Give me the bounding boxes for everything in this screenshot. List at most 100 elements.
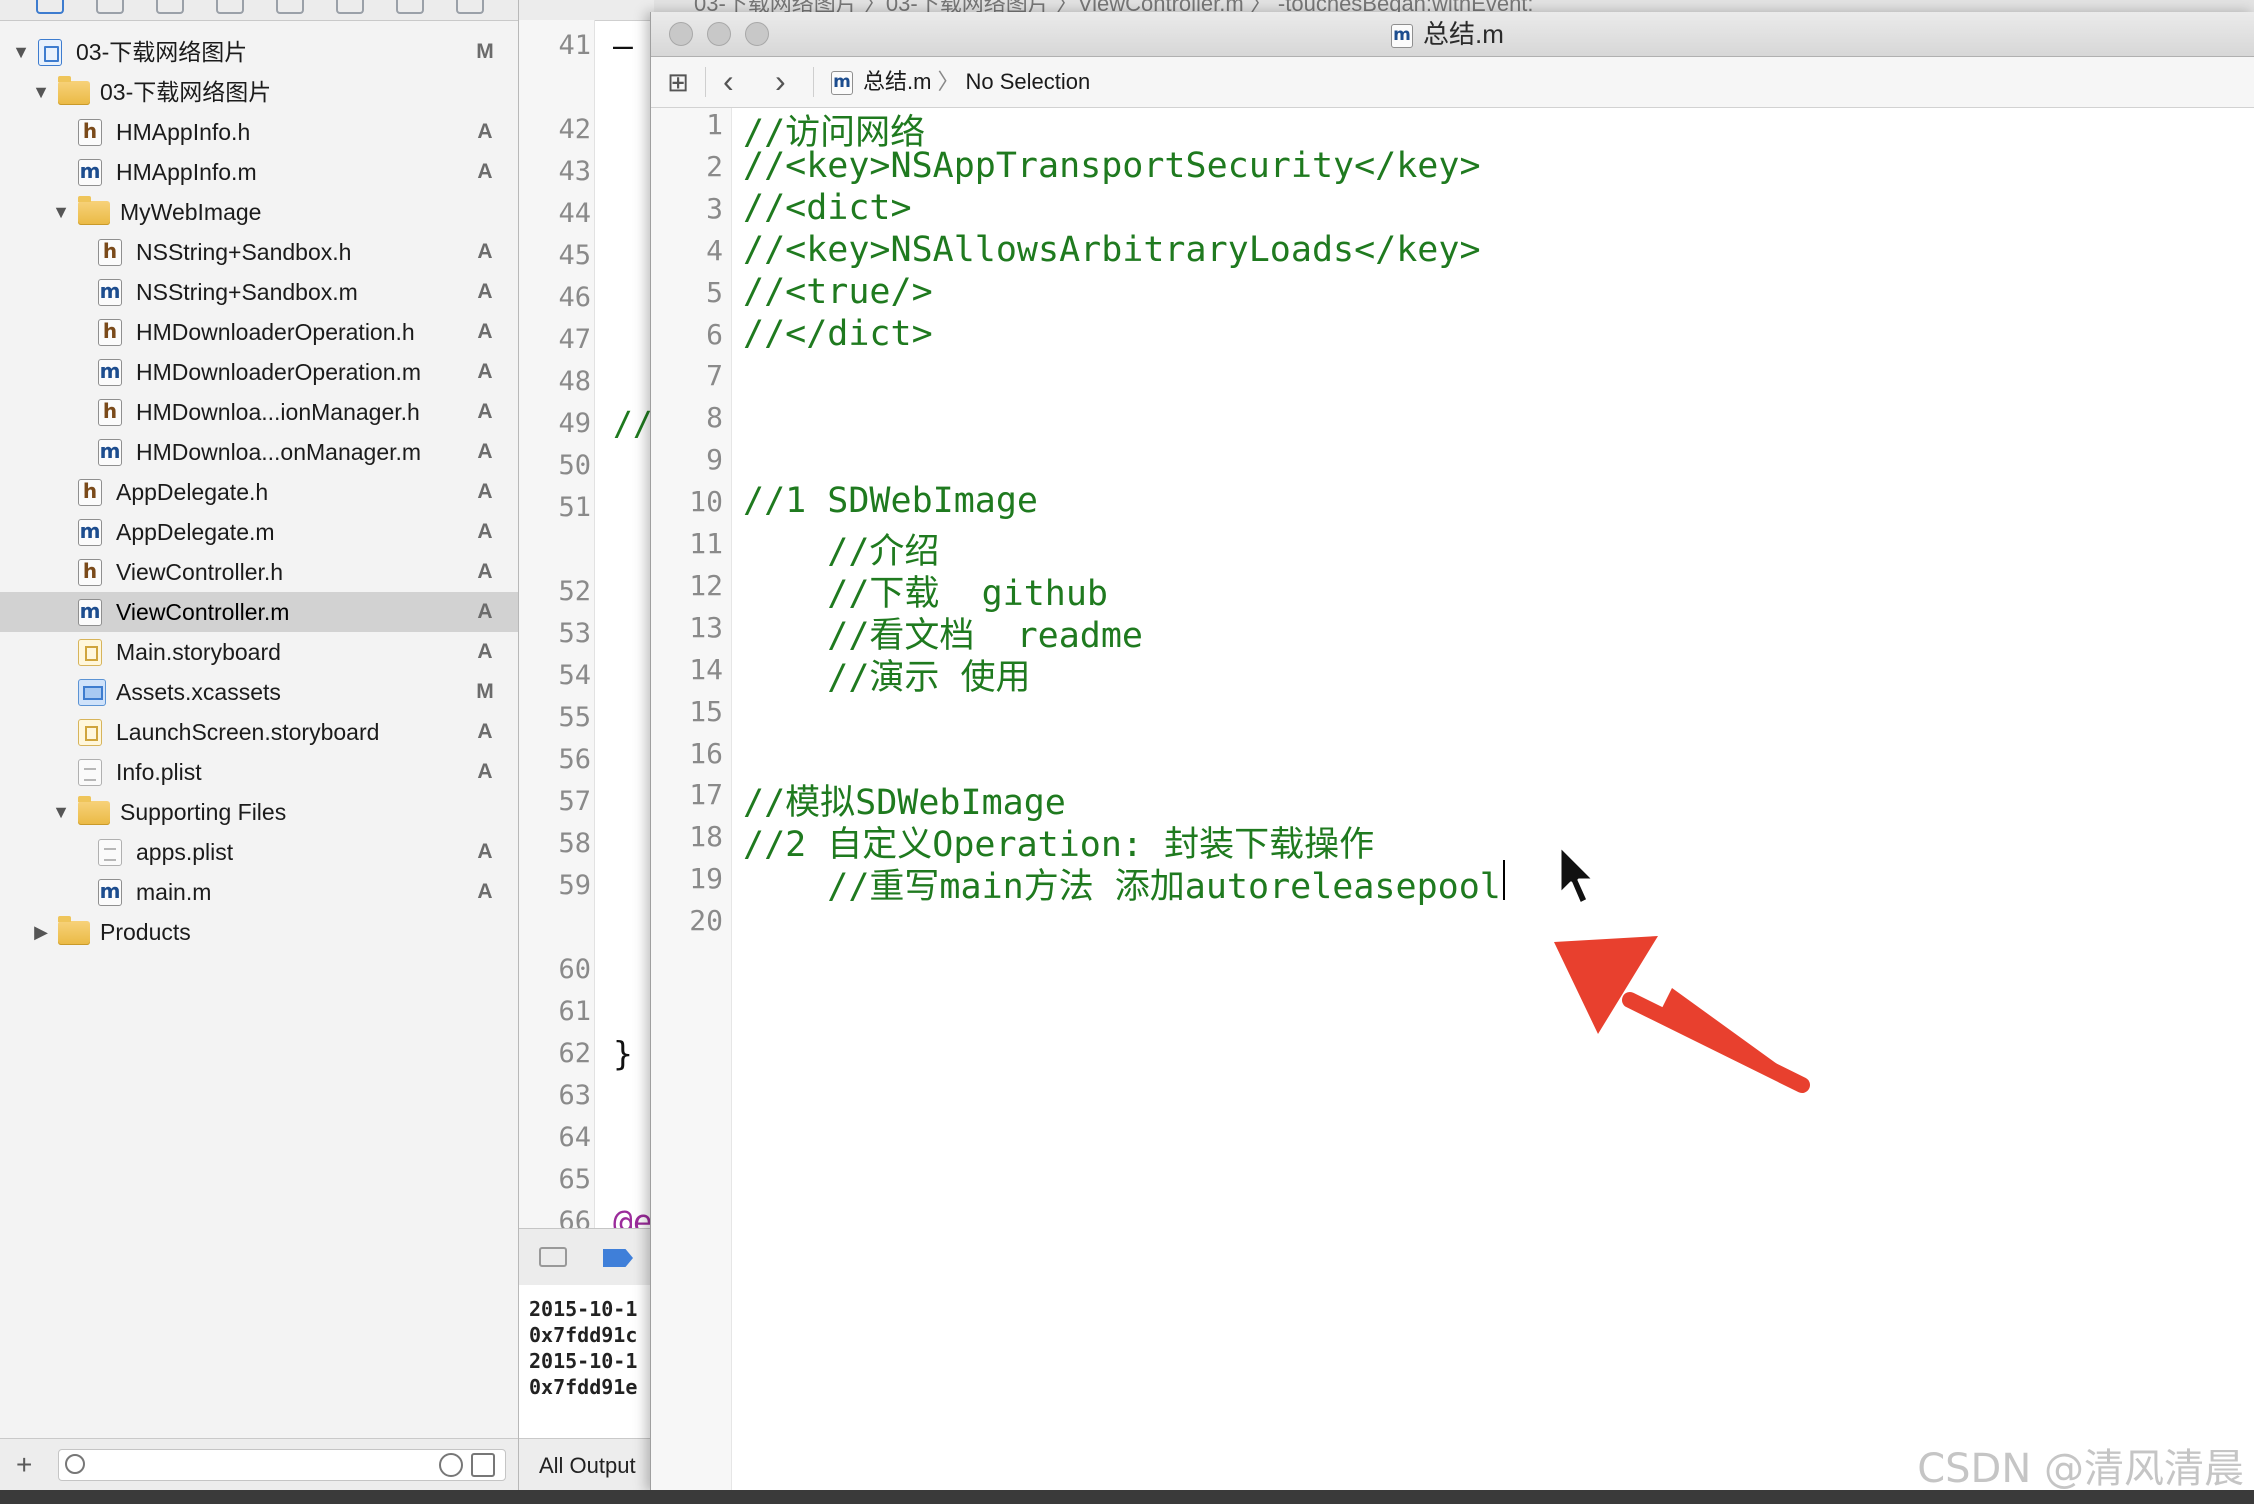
- window-titlebar: m 总结.m: [651, 12, 2254, 57]
- source-file-icon: m: [78, 159, 102, 186]
- disclosure-collapsed-icon[interactable]: ▶: [32, 912, 50, 952]
- scm-status-badge: A: [477, 480, 493, 503]
- file-tree-item[interactable]: ▼ Supporting Files: [0, 792, 518, 832]
- line-number: 9: [706, 443, 723, 477]
- file-tree-item[interactable]: apps.plist A: [0, 832, 518, 872]
- back-arrow-icon[interactable]: ‹: [723, 63, 734, 99]
- file-tree-item[interactable]: h AppDelegate.h A: [0, 472, 518, 512]
- code-line[interactable]: //<key>NSAllowsArbitraryLoads</key>: [743, 230, 1481, 270]
- background-line-number: 51: [558, 492, 591, 523]
- file-tree-item[interactable]: ▼ MyWebImage: [0, 192, 518, 232]
- source-file-icon: m: [78, 599, 102, 626]
- background-line-number: 57: [558, 786, 591, 817]
- file-tree-item[interactable]: m main.m A: [0, 872, 518, 912]
- console-output: 2015-10-1 0x7fdd91c 2015-10-1 0x7fdd91e: [519, 1285, 654, 1438]
- file-tree-item[interactable]: m AppDelegate.m A: [0, 512, 518, 552]
- disclosure-expanded-icon[interactable]: ▼: [12, 32, 30, 72]
- report-navigator-icon[interactable]: [456, 0, 484, 14]
- plist-icon: [78, 759, 102, 786]
- test-navigator-icon[interactable]: [276, 0, 304, 14]
- jump-path-file[interactable]: 总结.m: [863, 69, 931, 94]
- scm-status-badge: A: [477, 520, 493, 543]
- file-tree-item[interactable]: ▶ Products: [0, 912, 518, 952]
- line-number: 4: [706, 233, 723, 267]
- forward-arrow-icon[interactable]: ›: [775, 63, 786, 99]
- file-tree-item[interactable]: h ViewController.h A: [0, 552, 518, 592]
- background-line-number: 49: [558, 408, 591, 439]
- minimize-window-button[interactable]: [707, 22, 731, 46]
- file-tree-item[interactable]: m ViewController.m A: [0, 592, 518, 632]
- navigator-filter-field[interactable]: [58, 1449, 506, 1481]
- background-line-number: 61: [558, 996, 591, 1027]
- disclosure-expanded-icon[interactable]: ▼: [52, 192, 70, 232]
- file-tree-item-label: ViewController.h: [116, 559, 284, 585]
- related-items-icon[interactable]: ⊞: [665, 69, 691, 95]
- code-line[interactable]: //1 SDWebImage: [743, 481, 1038, 521]
- file-tree-item[interactable]: m HMDownloaderOperation.m A: [0, 352, 518, 392]
- file-tree-item[interactable]: ▼ 03-下载网络图片: [0, 72, 518, 112]
- recent-files-icon[interactable]: [439, 1453, 463, 1477]
- file-tree-item-label: 03-下载网络图片: [76, 39, 248, 65]
- scm-status-badge: A: [477, 600, 493, 623]
- file-tree-item-label: HMDownloaderOperation.m: [136, 359, 422, 385]
- debug-navigator-icon[interactable]: [336, 0, 364, 14]
- background-line-number: 42: [558, 114, 591, 145]
- code-line[interactable]: //<key>NSAppTransportSecurity</key>: [743, 146, 1481, 186]
- watermark: CSDN @清风清晨: [1917, 1446, 2244, 1492]
- folder-icon: [78, 796, 110, 825]
- file-tree-item[interactable]: m HMDownloa...onManager.m A: [0, 432, 518, 472]
- background-line-number: 55: [558, 702, 591, 733]
- file-tree-item[interactable]: Assets.xcassets M: [0, 672, 518, 712]
- symbol-navigator-icon[interactable]: [96, 0, 124, 14]
- red-annotation-arrow-icon: [1554, 936, 1810, 1093]
- file-tree-item[interactable]: LaunchScreen.storyboard A: [0, 712, 518, 752]
- code-line[interactable]: //<dict>: [743, 188, 912, 228]
- window-title: m 总结.m: [1391, 18, 1504, 50]
- file-tree-item-label: MyWebImage: [120, 199, 262, 225]
- file-tree-item[interactable]: h HMAppInfo.h A: [0, 112, 518, 152]
- issue-navigator-icon[interactable]: [216, 0, 244, 14]
- code-line[interactable]: //重写main方法 添加autoreleasepool: [743, 858, 1501, 909]
- disclosure-expanded-icon[interactable]: ▼: [32, 72, 50, 112]
- scm-status-badge: A: [477, 320, 493, 343]
- file-tree-item[interactable]: h HMDownloa...ionManager.h A: [0, 392, 518, 432]
- file-tree-item[interactable]: m NSString+Sandbox.m A: [0, 272, 518, 312]
- file-tree-item[interactable]: h NSString+Sandbox.h A: [0, 232, 518, 272]
- file-tree-item-label: NSString+Sandbox.m: [136, 279, 358, 305]
- console-output-filter[interactable]: All Output: [539, 1453, 636, 1479]
- code-line[interactable]: //演示 使用: [743, 649, 1030, 700]
- filter-icon: [65, 1454, 85, 1474]
- zoom-window-button[interactable]: [745, 22, 769, 46]
- scm-status-badge: A: [477, 360, 493, 383]
- file-tree-item-label: Products: [100, 919, 191, 945]
- code-line[interactable]: //</dict>: [743, 314, 933, 354]
- file-tree-item[interactable]: h HMDownloaderOperation.h A: [0, 312, 518, 352]
- close-window-button[interactable]: [669, 22, 693, 46]
- find-navigator-icon[interactable]: [156, 0, 184, 14]
- source-file-icon: m: [98, 879, 122, 906]
- code-line[interactable]: //<true/>: [743, 272, 933, 312]
- header-file-icon: h: [78, 479, 102, 506]
- file-tree-item[interactable]: m HMAppInfo.m A: [0, 152, 518, 192]
- hide-debug-area-icon[interactable]: [539, 1247, 567, 1267]
- disclosure-expanded-icon[interactable]: ▼: [52, 792, 70, 832]
- file-tree-item[interactable]: Main.storyboard A: [0, 632, 518, 672]
- file-tree-item-label: Supporting Files: [120, 799, 287, 825]
- background-line-number: 44: [558, 198, 591, 229]
- breakpoint-navigator-icon[interactable]: [396, 0, 424, 14]
- background-line-number: 54: [558, 660, 591, 691]
- header-file-icon: h: [98, 319, 122, 346]
- file-tree-item[interactable]: ▼ 03-下载网络图片 M: [0, 32, 518, 72]
- scm-status-badge: A: [477, 640, 493, 663]
- background-line-number: 48: [558, 366, 591, 397]
- file-tree-item[interactable]: Info.plist A: [0, 752, 518, 792]
- scm-status-icon[interactable]: [471, 1453, 495, 1477]
- add-file-button[interactable]: +: [16, 1451, 32, 1479]
- folder-navigator-icon[interactable]: [36, 0, 64, 14]
- breakpoints-toggle-icon[interactable]: [603, 1249, 633, 1267]
- scm-status-badge: M: [476, 680, 494, 703]
- jump-path[interactable]: m 总结.m 〉 No Selection: [831, 67, 1090, 97]
- line-number-gutter: 1 2 3 4 5 6 7 8 9 10 11 12 13 14 15 16 17 18 19 20: [651, 108, 732, 1492]
- jump-path-selection[interactable]: No Selection: [965, 69, 1090, 94]
- window-title-text: 总结.m: [1423, 19, 1504, 49]
